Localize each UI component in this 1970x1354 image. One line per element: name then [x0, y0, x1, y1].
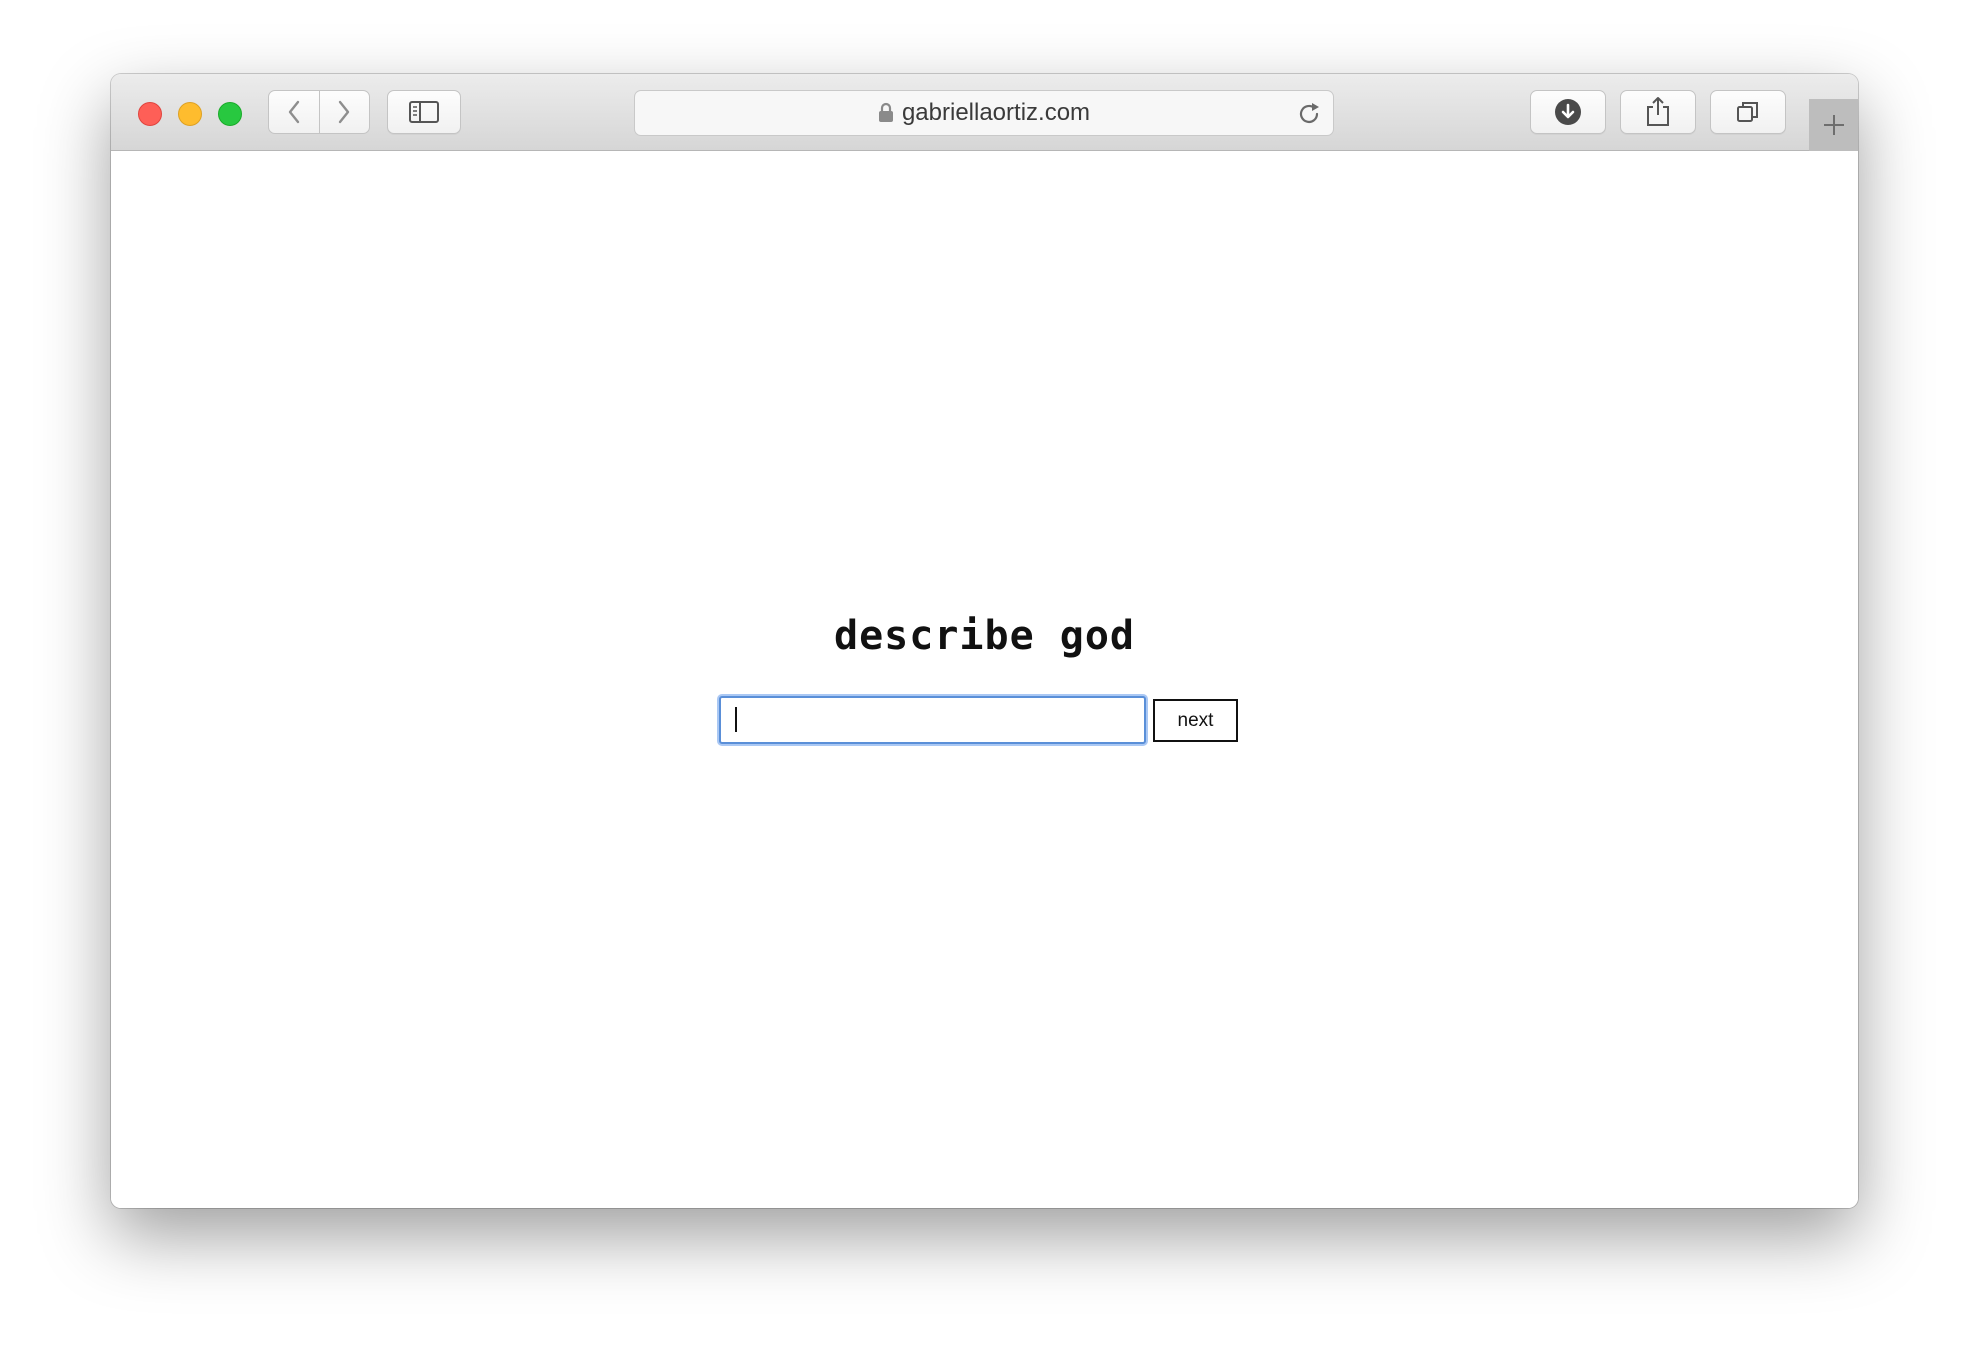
- tabs-overview-icon: [1737, 102, 1758, 122]
- answer-input[interactable]: [719, 696, 1146, 744]
- next-button[interactable]: next: [1153, 699, 1238, 742]
- share-icon: [1647, 97, 1669, 126]
- sidebar-icon: [409, 101, 439, 123]
- address-bar[interactable]: gabriellaortiz.com: [634, 90, 1334, 136]
- lock-icon: [878, 102, 893, 122]
- forward-button[interactable]: [318, 91, 370, 133]
- plus-icon: [1823, 115, 1844, 135]
- text-caret: [735, 707, 737, 732]
- downloads-button[interactable]: [1530, 90, 1606, 134]
- minimize-window-button[interactable]: [178, 102, 202, 126]
- web-page-content: describe god next: [111, 151, 1858, 1208]
- page-heading: describe god: [834, 613, 1135, 659]
- browser-window: gabriellaortiz.com describe god next: [111, 74, 1858, 1208]
- maximize-window-button[interactable]: [218, 102, 242, 126]
- browser-toolbar: gabriellaortiz.com: [111, 74, 1858, 151]
- sidebar-button[interactable]: [387, 90, 461, 134]
- tabs-overview-button[interactable]: [1710, 90, 1786, 134]
- reload-icon[interactable]: [1295, 100, 1323, 128]
- close-window-button[interactable]: [138, 102, 162, 126]
- download-icon: [1555, 99, 1581, 125]
- back-button[interactable]: [269, 91, 319, 133]
- chevron-right-icon: [339, 100, 350, 124]
- chevron-left-icon: [288, 100, 299, 124]
- share-button[interactable]: [1620, 90, 1696, 134]
- navigation-buttons: [268, 90, 370, 134]
- new-tab-button[interactable]: [1809, 99, 1858, 151]
- url-text: gabriellaortiz.com: [901, 99, 1091, 126]
